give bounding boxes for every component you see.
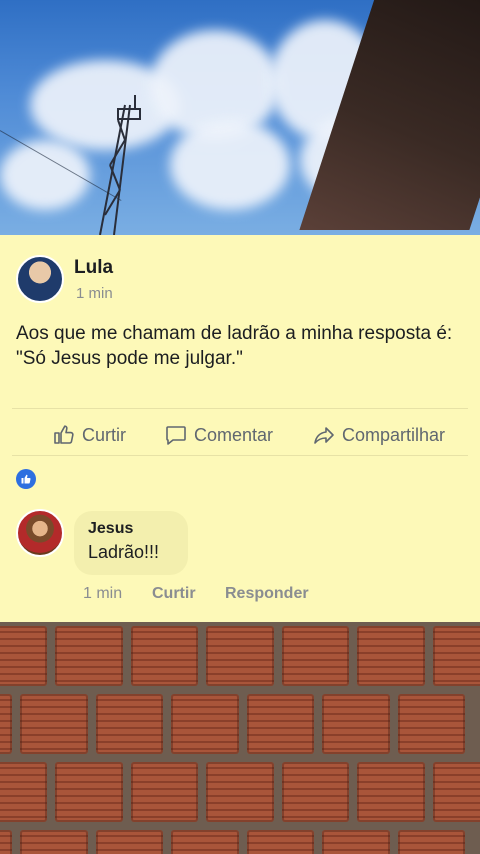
post-time: 1 min	[76, 285, 113, 302]
share-icon	[314, 427, 334, 444]
divider	[12, 455, 468, 456]
post-author[interactable]: Lula	[74, 257, 113, 279]
thumbs-up-icon	[54, 425, 74, 444]
share-button[interactable]: Compartilhar	[312, 415, 445, 455]
post-actions: Curtir Comentar Compartilhar	[0, 415, 480, 455]
brick-wall-photo	[0, 622, 480, 854]
post-text: Aos que me chamam de ladrão a minha resp…	[16, 323, 453, 369]
comment-bubble: Jesus Ladrão!!!	[74, 511, 188, 575]
comment-like-link[interactable]: Curtir	[152, 585, 196, 603]
comment-author[interactable]: Jesus	[88, 520, 133, 538]
like-button[interactable]: Curtir	[52, 415, 126, 455]
comment-reply-link[interactable]: Responder	[225, 585, 309, 603]
comment-icon	[166, 426, 186, 445]
comment-button[interactable]: Comentar	[164, 415, 273, 455]
divider	[12, 408, 468, 409]
like-badge-icon[interactable]	[16, 469, 36, 489]
antenna-tower	[99, 95, 141, 235]
comment-label: Comentar	[194, 424, 274, 445]
share-label: Compartilhar	[342, 424, 446, 445]
commenter-avatar[interactable]	[16, 509, 64, 557]
like-label: Curtir	[82, 424, 126, 445]
post-card: Lula 1 min Aos que me chamam de ladrão a…	[0, 235, 480, 622]
author-avatar[interactable]	[16, 255, 64, 303]
sky-photo	[0, 0, 480, 235]
comment-time: 1 min	[83, 585, 123, 602]
comment-text: Ladrão!!!	[88, 542, 160, 562]
